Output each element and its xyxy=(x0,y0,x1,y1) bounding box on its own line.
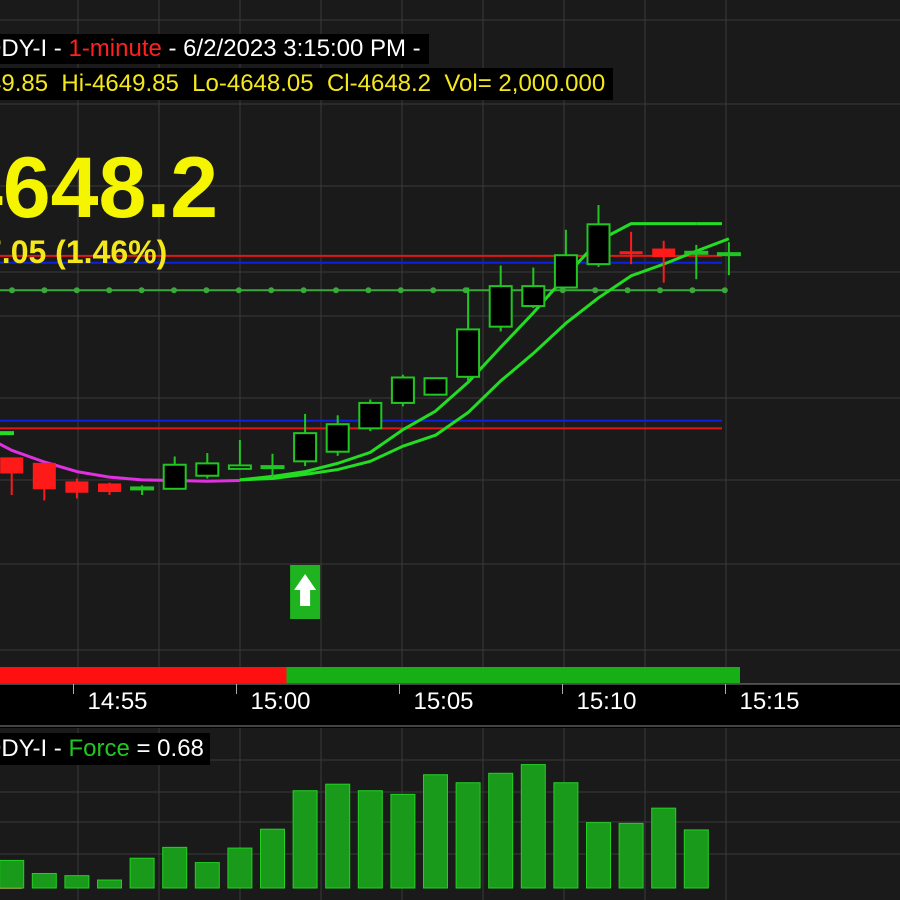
force-bar xyxy=(683,829,709,889)
force-bar xyxy=(0,859,25,889)
open-value: 49.85 xyxy=(0,70,49,97)
force-bar xyxy=(455,782,481,889)
candle-body-bull xyxy=(456,328,481,378)
level-dot xyxy=(624,287,631,294)
force-bar xyxy=(520,764,546,889)
level-dot xyxy=(9,287,15,294)
separator: - xyxy=(161,35,184,62)
level-dot xyxy=(592,287,599,294)
force-bar xyxy=(129,857,155,889)
force-bar xyxy=(194,862,220,889)
interval-label[interactable]: 1-minute xyxy=(68,35,161,62)
chart-header-line-2: 49.85 Hi-4649.85 Lo-4648.05 Cl-4648.2 Vo… xyxy=(0,68,614,100)
signals xyxy=(290,565,321,619)
volume-value: Vol= 2,000.000 xyxy=(444,70,606,97)
candle-body-bull xyxy=(684,250,709,255)
force-bar xyxy=(162,846,188,889)
candle-body-bull xyxy=(358,401,383,430)
force-bar xyxy=(292,790,318,889)
separator: - xyxy=(406,35,421,62)
candle-body-bull xyxy=(521,285,546,308)
level-dot xyxy=(138,287,145,294)
force-bar xyxy=(553,782,579,889)
force-bar xyxy=(97,879,122,889)
candle-body-bull xyxy=(195,462,220,477)
candle-body-bull xyxy=(260,465,285,470)
force-value: = 0.68 xyxy=(129,735,204,762)
level-dot xyxy=(41,287,48,294)
datetime-label: 6/2/2023 3:15:00 PM xyxy=(183,35,407,62)
candle-body-bear xyxy=(0,457,24,474)
level-dot xyxy=(657,287,663,294)
level-dot xyxy=(171,287,177,294)
level-dot xyxy=(73,287,80,294)
force-bar xyxy=(227,847,253,889)
price-change-value: 7.05 (1.46%) xyxy=(0,234,168,270)
force-bar xyxy=(586,822,611,889)
candle-body-bull xyxy=(553,254,578,289)
level-dot xyxy=(235,287,242,294)
force-bar xyxy=(651,807,677,889)
level-dot xyxy=(430,287,437,294)
trend-bar-down xyxy=(0,667,287,683)
trend-bar xyxy=(0,667,740,683)
force-bar xyxy=(423,774,448,889)
force-panel-header: DDY-I - Force = 0.68 xyxy=(0,733,210,765)
force-bar xyxy=(357,790,383,889)
force-bar xyxy=(325,783,351,889)
chart-header-line-1: DDY-I - 1-minute - 6/2/2023 3:15:00 PM - xyxy=(0,34,429,64)
time-tick-label: 15:10 xyxy=(576,688,637,715)
candle-body-bear xyxy=(619,251,643,255)
candle-body-bear xyxy=(652,248,676,258)
level-dot xyxy=(106,287,113,294)
candle-body-bear xyxy=(32,462,56,490)
candle-body-bull xyxy=(162,463,187,490)
level-dot xyxy=(365,287,372,294)
level-dot xyxy=(689,287,696,294)
price-change: 7.05 (1.46%) xyxy=(0,230,167,274)
candle-body-bull xyxy=(586,223,611,266)
candle-body-bull xyxy=(130,486,155,491)
trend-bar-up xyxy=(286,667,740,683)
candle-body-bull xyxy=(293,432,318,463)
force-bar xyxy=(390,793,416,889)
level-dot xyxy=(721,287,728,294)
level-dot xyxy=(203,287,210,294)
force-bar xyxy=(260,828,285,889)
force-bar xyxy=(31,872,57,889)
level-dot xyxy=(397,287,404,294)
level-dot xyxy=(300,287,307,294)
last-price: 4648.2 xyxy=(0,140,218,236)
symbol-label: DDY-I xyxy=(0,35,48,62)
candle-body-bull xyxy=(325,423,350,453)
candle-body-bear xyxy=(65,481,89,493)
close-value: Cl-4648.2 xyxy=(326,70,432,97)
high-value: Hi-4649.85 xyxy=(61,70,179,97)
time-tick-label: 15:00 xyxy=(250,688,311,715)
time-tick-label: 15:15 xyxy=(739,688,800,715)
time-tick-label: 14:55 xyxy=(87,688,148,715)
candle-body-bull xyxy=(488,285,513,328)
force-bar xyxy=(64,875,90,889)
separator: - xyxy=(47,35,69,62)
force-bar xyxy=(488,772,514,889)
low-value: Lo-4648.05 xyxy=(192,70,314,97)
level-dot xyxy=(268,287,275,294)
last-price-value: 4648.2 xyxy=(0,140,219,236)
force-symbol-label: DDY-I xyxy=(0,735,48,762)
time-tick-label: 15:05 xyxy=(413,688,474,715)
candle-body-bull xyxy=(390,376,415,404)
candle-body-bear xyxy=(98,483,121,493)
chart-background xyxy=(0,0,900,900)
candle-body-bull xyxy=(227,464,252,470)
candle-body-bull xyxy=(423,377,448,396)
price-chart xyxy=(0,0,900,900)
level-dot xyxy=(333,287,339,294)
separator: - xyxy=(47,735,69,762)
force-bar xyxy=(618,822,644,889)
force-indicator-label[interactable]: Force xyxy=(68,735,129,762)
candle-body-bull xyxy=(716,252,741,257)
